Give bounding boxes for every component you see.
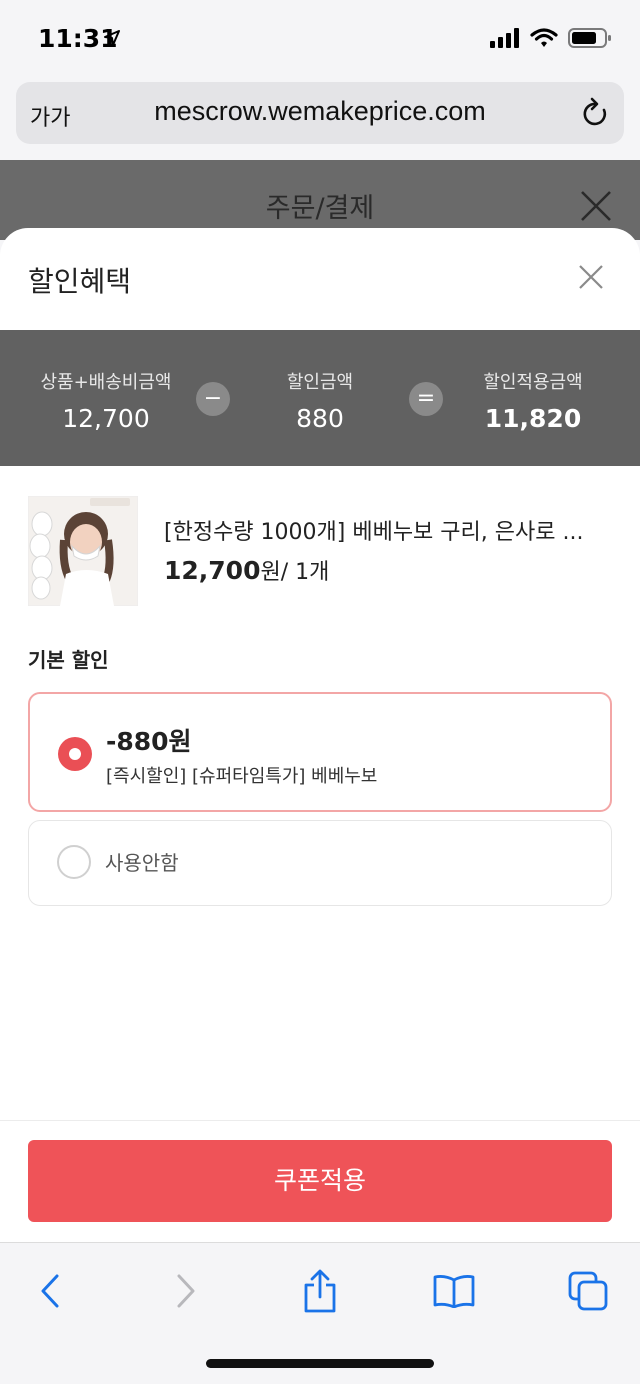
- location-arrow-icon: [104, 30, 120, 46]
- option-amount: -880원: [106, 727, 192, 756]
- discount-option-none[interactable]: 사용안함: [28, 820, 612, 906]
- discount-label: 할인금액: [286, 372, 354, 393]
- product-item: [한정수량 1000개] 베베누보 구리, 은사로 ... 12,700원/ 1…: [28, 496, 618, 606]
- subtotal-label: 상품+배송비금액: [40, 372, 172, 393]
- product-price-number: 12,700: [164, 556, 261, 585]
- radio-unselected[interactable]: [57, 845, 91, 879]
- forward-icon: [177, 1274, 195, 1308]
- forward-button[interactable]: [156, 1265, 216, 1317]
- product-price: 12,700원/ 1개: [164, 554, 329, 586]
- subtotal-column: 상품+배송비금액 12,700: [16, 368, 196, 433]
- status-indicators: [490, 28, 612, 48]
- option-none-label: 사용안함: [105, 851, 179, 875]
- radio-selected[interactable]: [58, 737, 92, 771]
- discount-option-selected[interactable]: -880원 [즉시할인] [슈퍼타임특가] 베베누보: [28, 692, 612, 812]
- back-button[interactable]: [20, 1265, 80, 1317]
- bookmarks-button[interactable]: [424, 1265, 484, 1317]
- option-description: [즉시할인] [슈퍼타임특가] 베베누보: [106, 766, 378, 787]
- apply-coupon-button[interactable]: 쿠폰적용: [28, 1140, 612, 1222]
- home-indicator: [206, 1359, 434, 1368]
- wifi-icon: [530, 28, 558, 47]
- product-name: [한정수량 1000개] 베베누보 구리, 은사로 ...: [164, 520, 584, 545]
- close-icon[interactable]: [578, 264, 604, 290]
- page-title: 주문/결제: [265, 193, 375, 224]
- address-bar[interactable]: 가가 mescrow.wemakeprice.com: [16, 82, 624, 144]
- back-icon: [41, 1274, 59, 1308]
- divider: [0, 1120, 640, 1121]
- equals-operator: =: [409, 382, 443, 416]
- discount-sheet: 할인혜택 상품+배송비금액 12,700 할인금액 880 할인적용금액 11,…: [0, 228, 640, 1242]
- product-quantity: / 1개: [280, 560, 330, 585]
- tabs-button[interactable]: [558, 1265, 618, 1317]
- price-summary: 상품+배송비금액 12,700 할인금액 880 할인적용금액 11,820: [0, 330, 640, 466]
- discount-column: 할인금액 880: [230, 368, 410, 433]
- share-button[interactable]: [290, 1265, 350, 1317]
- minus-operator: −: [196, 382, 230, 416]
- url-text[interactable]: mescrow.wemakeprice.com: [16, 96, 624, 127]
- section-label-basic-discount: 기본 할인: [28, 648, 109, 672]
- tabs-icon: [568, 1271, 608, 1311]
- sheet-header: 할인혜택: [0, 228, 640, 330]
- total-value: 11,820: [484, 404, 582, 433]
- product-thumbnail: [28, 496, 138, 606]
- status-bar: 11:31: [0, 0, 640, 80]
- discount-value: 880: [296, 404, 344, 433]
- bookmarks-icon: [433, 1275, 475, 1308]
- reload-icon[interactable]: [580, 97, 610, 129]
- subtotal-value: 12,700: [62, 404, 150, 433]
- sheet-title: 할인혜택: [28, 265, 132, 298]
- product-price-unit: 원: [260, 560, 281, 585]
- page-close-icon: [581, 191, 611, 221]
- signal-icon: [490, 28, 519, 48]
- battery-icon: [568, 28, 611, 48]
- total-column: 할인적용금액 11,820: [443, 368, 623, 433]
- share-icon: [304, 1269, 336, 1313]
- total-label: 할인적용금액: [483, 372, 583, 393]
